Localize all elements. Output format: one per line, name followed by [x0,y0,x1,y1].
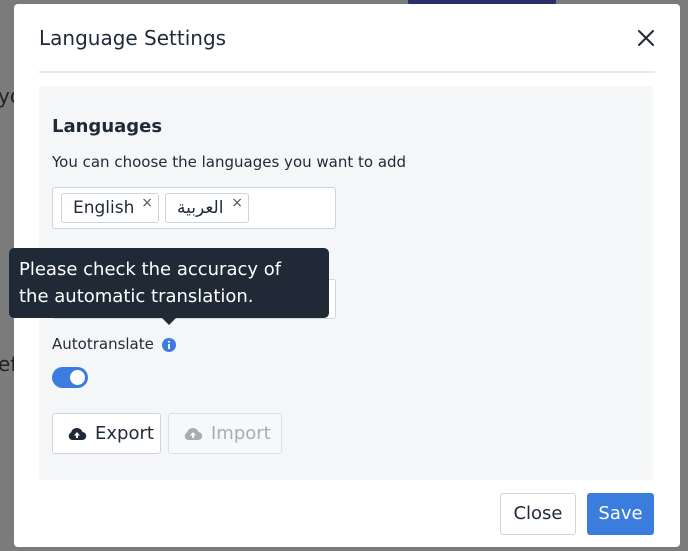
autotranslate-toggle[interactable] [52,367,88,388]
autotranslate-tooltip: Please check the accuracy of the automat… [9,248,329,325]
import-button[interactable]: Import [168,413,282,454]
close-button[interactable]: Close [500,493,576,535]
language-tag-label: English [73,198,135,218]
export-button[interactable]: Export [52,413,161,454]
languages-multiselect[interactable]: English × العربية × [52,187,336,229]
toggle-knob [70,370,85,385]
languages-description: You can choose the languages you want to… [52,153,407,171]
dialog-title: Language Settings [39,26,227,50]
info-icon[interactable] [162,337,176,352]
autotranslate-label: Autotranslate [52,335,154,353]
tooltip-line: Please check the accuracy of [19,259,282,280]
header-divider [39,71,655,73]
cloud-upload-icon [67,426,87,442]
languages-heading: Languages [52,116,163,137]
language-tag-label: العربية [177,198,224,218]
language-tag-arabic: العربية × [165,193,249,223]
remove-tag-icon[interactable]: × [141,195,153,211]
tooltip-arrow [162,318,176,325]
language-tag-english: English × [61,193,159,223]
tooltip-line: the automatic translation. [19,286,254,307]
remove-tag-icon[interactable]: × [231,195,243,211]
save-button[interactable]: Save [587,493,654,535]
close-icon[interactable] [634,26,658,50]
cloud-download-icon [183,426,203,442]
import-label: Import [211,423,271,444]
export-label: Export [95,423,154,444]
